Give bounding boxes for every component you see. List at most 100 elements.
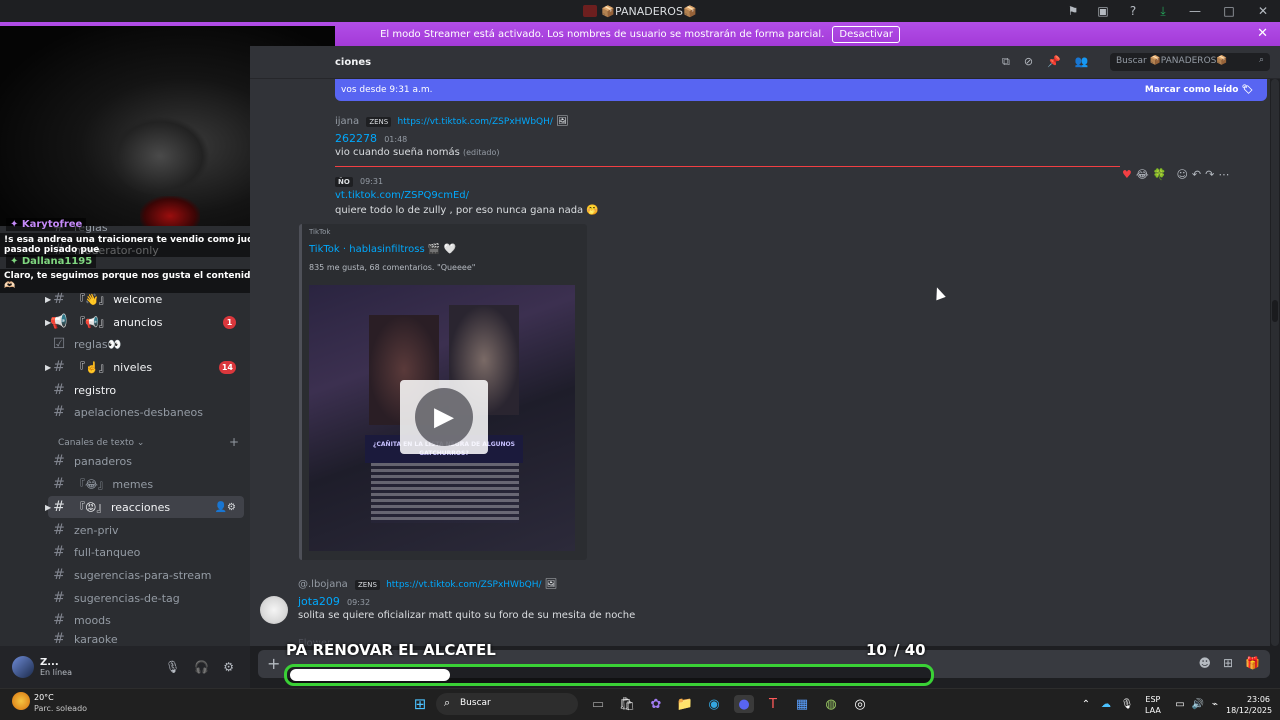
reply-tag: ZENS <box>354 580 380 590</box>
chat-scrollbar[interactable] <box>1271 79 1279 646</box>
search-input[interactable]: Buscar 📦PANADEROS📦 ⌕ <box>1110 53 1270 71</box>
clock[interactable]: 23:06 18/12/2025 <box>1226 694 1272 716</box>
gear-icon[interactable]: ⚙ <box>223 660 234 674</box>
hash-icon: # <box>53 291 65 307</box>
reply-tag: ZENS <box>366 117 392 127</box>
apps-icon[interactable]: ⊞ <box>1223 656 1233 670</box>
battery-icon[interactable]: ⌁ <box>1205 695 1225 713</box>
embed-title[interactable]: TikTok · hablasinfiltross 🎬 🤍 <box>309 244 456 255</box>
hash-icon: # <box>53 590 65 606</box>
channel-settings-icon[interactable]: 👤⚙ <box>215 502 236 513</box>
channel-label: reglas👀 <box>74 337 122 351</box>
avatar[interactable] <box>12 656 34 678</box>
message-header: 262278 01:48 <box>335 132 407 145</box>
minimize-icon[interactable]: — <box>1178 0 1212 22</box>
pin-icon[interactable]: 📌 <box>1047 55 1061 69</box>
threads-icon[interactable]: ⧉ <box>1002 55 1010 69</box>
add-attachment-icon[interactable]: + <box>267 654 280 673</box>
download-icon[interactable]: ⤓ <box>1148 0 1178 22</box>
new-divider <box>335 166 1120 167</box>
avatar[interactable] <box>260 596 288 624</box>
reply-icon[interactable]: ↶ <box>1192 168 1201 181</box>
hash-icon: # <box>53 404 65 420</box>
message-author[interactable]: jota209 <box>298 595 340 608</box>
embed-provider: TikTok <box>309 228 331 236</box>
app-icon-tf[interactable]: T <box>763 695 783 713</box>
sidebar-item-full-tanqueo[interactable]: # full-tanqueo <box>48 541 248 563</box>
play-button[interactable]: ▶ <box>400 380 488 454</box>
copilot-icon[interactable]: ✿ <box>646 695 666 713</box>
sidebar-item-anuncios[interactable]: ▶ 📢 『📢』 anuncios 1 <box>45 311 248 333</box>
forward-icon[interactable]: ↷ <box>1205 168 1214 181</box>
close-window-icon[interactable]: ✕ <box>1246 0 1280 22</box>
reply-reference[interactable]: @.lbojana ZENS https://vt.tiktok.com/ZSP… <box>298 579 557 590</box>
add-reaction-icon[interactable]: ☺ <box>1176 168 1187 181</box>
reply-link[interactable]: https://vt.tiktok.com/ZSPxHWbQH/ <box>397 117 552 127</box>
store-icon[interactable]: 🛍 <box>617 695 637 713</box>
sidebar-item-niveles[interactable]: ▶ # 『☝️』 niveles 14 <box>45 356 248 378</box>
hash-icon: # <box>53 476 65 492</box>
obs-icon[interactable]: ◎ <box>850 695 870 713</box>
language-indicator[interactable]: ESP LAA <box>1145 694 1161 716</box>
sidebar-item-panaderos[interactable]: # panaderos <box>48 450 248 472</box>
message-text: vio cuando sueña nomás (editado) <box>335 147 500 158</box>
sidebar-item-memes[interactable]: # 『😂』 memes <box>48 473 248 495</box>
category-text-channels[interactable]: Canales de texto ⌄ <box>58 438 144 448</box>
windows-start-icon[interactable]: ⊞ <box>410 695 430 713</box>
maximize-icon[interactable]: □ <box>1212 0 1246 22</box>
weather-icon[interactable] <box>12 692 30 710</box>
sidebar-item-registro[interactable]: # registro <box>48 379 248 401</box>
sticker-reaction-icon[interactable]: 🍀 <box>1153 168 1167 181</box>
mention-badge: 14 <box>218 360 236 374</box>
microphone-icon[interactable]: 🎙 <box>165 660 180 674</box>
mute-icon[interactable]: ⊘ <box>1024 55 1033 69</box>
mic-tray-icon[interactable]: 🎙 <box>1117 695 1137 713</box>
message-author[interactable]: 262278 <box>335 132 377 145</box>
channel-prefix: 『😂』 <box>74 478 109 491</box>
sidebar-item-sugerencias-para-stream[interactable]: # sugerencias-para-stream <box>48 564 248 586</box>
sidebar-item-reacciones[interactable]: ▶ # 『😡』 reacciones 👤⚙ <box>45 496 244 518</box>
sidebar-item-karaoke[interactable]: # karaoke <box>48 632 248 646</box>
chevron-right-icon: ▶ <box>45 502 52 512</box>
channel-prefix: 『😡』 <box>74 501 108 514</box>
members-icon[interactable]: 👥 <box>1075 55 1089 69</box>
add-channel-icon[interactable]: + <box>229 435 239 449</box>
file-explorer-icon[interactable]: 📁 <box>675 695 695 713</box>
deactivate-button[interactable]: Desactivar <box>832 25 900 43</box>
channel-label: welcome <box>113 293 163 306</box>
photos-icon[interactable]: ▦ <box>792 695 812 713</box>
message-link[interactable]: vt.tiktok.com/ZSPQ9cmEd/ <box>335 190 469 201</box>
screen-icon[interactable]: ▣ <box>1088 0 1118 22</box>
reply-reference[interactable]: ijana ZENS https://vt.tiktok.com/ZSPxHWb… <box>335 116 569 127</box>
taskbar-search[interactable]: ⌕ Buscar <box>436 693 578 715</box>
inbox-flag-icon[interactable]: ⚑ <box>1058 0 1088 22</box>
sidebar-item-moods[interactable]: # moods <box>48 609 248 631</box>
sidebar-item-zen-priv[interactable]: # zen-priv <box>48 519 248 541</box>
emoji-icon[interactable]: ☻ <box>1198 656 1211 670</box>
help-icon[interactable]: ? <box>1118 0 1148 22</box>
gift-icon[interactable]: 🎁 <box>1245 656 1260 670</box>
sidebar-item-reglas[interactable]: ☑ reglas👀 <box>48 333 248 355</box>
search-icon: ⌕ <box>444 696 451 709</box>
edge-icon[interactable]: ◉ <box>704 695 724 713</box>
hash-icon: # <box>53 499 65 515</box>
headphones-icon[interactable]: 🎧 <box>194 660 209 674</box>
chevron-up-icon[interactable]: ⌃ <box>1076 695 1096 713</box>
mark-read-button[interactable]: Marcar como leído 🏷 <box>1145 85 1253 95</box>
reply-link[interactable]: https://vt.tiktok.com/ZSPxHWbQH/ <box>386 580 541 590</box>
sidebar-item-apelaciones-desbaneos[interactable]: # apelaciones-desbaneos <box>48 401 248 423</box>
discord-taskbar-icon[interactable]: ● <box>734 695 754 713</box>
laugh-reaction-icon[interactable]: 😂 <box>1136 168 1149 181</box>
channel-label: apelaciones-desbaneos <box>74 405 203 419</box>
close-banner-icon[interactable]: ✕ <box>1257 26 1268 41</box>
app-icon-green[interactable]: ◍ <box>821 695 841 713</box>
heart-reaction-icon[interactable]: ♥ <box>1122 168 1132 181</box>
new-messages-bar[interactable]: vos desde 9:31 a.m. Marcar como leído 🏷 <box>335 79 1267 101</box>
network-icon[interactable]: ▭ <box>1170 695 1190 713</box>
sidebar-item-sugerencias-de-tag[interactable]: # sugerencias-de-tag <box>48 587 248 609</box>
channel-prefix: 『☝️』 <box>74 361 110 374</box>
scrollbar-thumb[interactable] <box>1272 300 1278 322</box>
onedrive-icon[interactable]: ☁ <box>1096 695 1116 713</box>
more-icon[interactable]: ⋯ <box>1218 168 1229 181</box>
task-view-icon[interactable]: ▭ <box>588 695 608 713</box>
